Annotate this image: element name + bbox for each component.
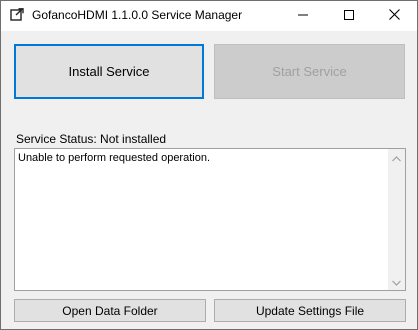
close-button[interactable] [371,1,417,31]
title-bar[interactable]: GofancoHDMI 1.1.0.0 Service Manager [1,1,417,31]
scroll-down-arrow[interactable] [388,273,405,290]
open-data-folder-button[interactable]: Open Data Folder [14,299,206,322]
maximize-button[interactable] [326,1,372,31]
chevron-down-icon [392,273,401,291]
scroll-up-arrow[interactable] [388,149,405,166]
chevron-up-icon [392,149,401,167]
install-service-button[interactable]: Install Service [14,44,204,99]
service-manager-window: GofancoHDMI 1.1.0.0 Service Manager Inst… [0,0,418,330]
maximize-icon [344,7,354,25]
start-service-button: Start Service [214,44,405,99]
close-icon [388,7,400,25]
update-settings-file-button[interactable]: Update Settings File [214,299,406,322]
output-text: Unable to perform requested operation. [18,152,211,164]
external-link-icon [10,8,24,22]
output-textarea[interactable]: Unable to perform requested operation. [14,148,406,291]
minimize-button[interactable] [280,1,326,31]
window-title: GofancoHDMI 1.1.0.0 Service Manager [32,8,243,22]
service-status-label: Service Status: Not installed [16,132,167,146]
minimize-icon [298,7,308,25]
vertical-scrollbar[interactable] [388,149,405,290]
